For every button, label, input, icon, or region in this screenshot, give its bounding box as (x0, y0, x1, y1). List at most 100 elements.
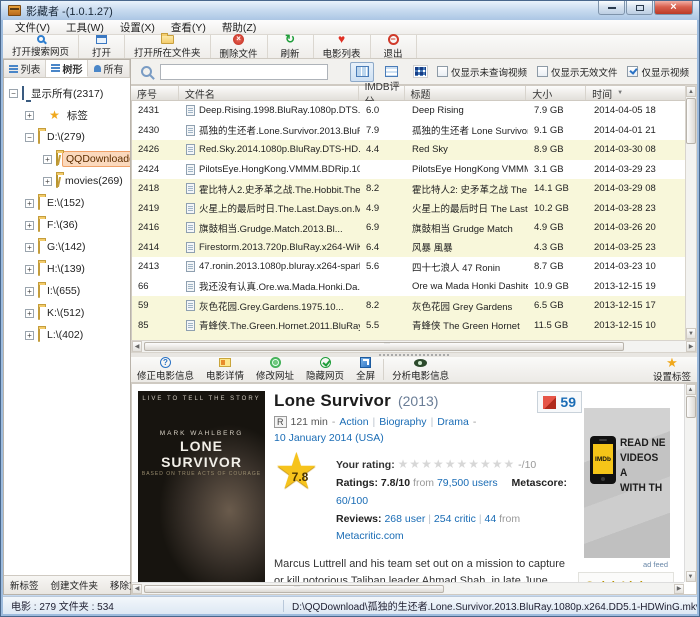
scrollbar-thumb[interactable] (686, 98, 696, 144)
detail-horizontal-scrollbar[interactable]: ◀ ▶ (132, 582, 684, 594)
table-row[interactable]: 2424 PilotsEye.HongKong.VMMM.BDRip.1080P… (132, 160, 687, 180)
menu-settings[interactable]: 设置(X) (112, 19, 163, 36)
user-star-rater[interactable]: ★★★★★★★★★★ (398, 457, 516, 471)
column-header-title[interactable]: 标题 (405, 86, 527, 100)
delete-file-button[interactable]: × 删除文件 (211, 35, 268, 58)
genre-link[interactable]: Biography (379, 416, 426, 428)
new-tag-button[interactable]: 新标签 (4, 578, 45, 592)
ratings-users-link[interactable]: 79,500 users (437, 477, 498, 489)
column-header-size[interactable]: 大小 (526, 86, 586, 100)
expand-icon[interactable]: + (25, 331, 34, 340)
exit-button[interactable]: − 退出 (371, 35, 417, 58)
tree-item-movies[interactable]: + movies(269) (4, 170, 130, 192)
table-row[interactable]: 2426 Red.Sky.2014.1080p.BluRay.DTS-HD.MA… (132, 140, 687, 160)
hide-page-button[interactable]: 隐藏网页 (300, 357, 350, 382)
expand-icon[interactable]: + (43, 177, 52, 186)
tree-item-drive-d[interactable]: − D:\(279) (4, 126, 130, 148)
tree-item-qqdownload[interactable]: + QQDownload(10) (4, 148, 130, 170)
open-search-page-button[interactable]: 打开搜索网页 (3, 35, 79, 58)
expand-icon[interactable]: + (25, 199, 34, 208)
edit-url-button[interactable]: 修改网址 (250, 357, 300, 382)
tree-item-drive-k[interactable]: + K:\(512) (4, 302, 130, 324)
metascore-badge[interactable]: 59 (537, 391, 582, 413)
search-input[interactable] (160, 64, 328, 80)
genre-link[interactable]: Drama (437, 416, 469, 428)
scroll-left-icon[interactable]: ◀ (132, 341, 142, 352)
create-folder-button[interactable]: 创建文件夹 (45, 578, 105, 592)
tree-item-drive-l[interactable]: + L:\(402) (4, 324, 130, 346)
expand-icon[interactable]: + (25, 309, 34, 318)
maximize-button[interactable] (626, 1, 653, 15)
expand-icon[interactable]: + (25, 243, 34, 252)
expand-icon[interactable]: + (25, 287, 34, 296)
scroll-left-icon[interactable]: ◀ (132, 584, 142, 594)
column-header-filename[interactable]: 文件名 (179, 86, 359, 100)
table-vertical-scrollbar[interactable]: ▲ ▼ (685, 85, 697, 340)
scrollbar-thumb[interactable] (144, 342, 624, 351)
table-row[interactable]: 2416 旗鼓相当.Grudge.Match.2013.Bl... 6.9 旗鼓… (132, 218, 687, 238)
analyze-movie-info-button[interactable]: 分析电影信息 (386, 357, 455, 382)
scroll-up-icon[interactable]: ▲ (686, 384, 696, 395)
table-row[interactable]: 2418 霍比特人2.史矛革之战.The.Hobbit.The.Desol.. … (132, 179, 687, 199)
tree-item-drive-f[interactable]: + F:\(36) (4, 214, 130, 236)
collapse-icon[interactable]: − (25, 133, 34, 142)
tab-list[interactable]: 列表 (4, 60, 46, 77)
expand-icon[interactable]: + (25, 221, 34, 230)
ad-banner[interactable]: IMDb READ NE VIDEOS A WITH TH (584, 408, 670, 558)
table-row[interactable]: 2431 Deep.Rising.1998.BluRay.1080p.DTS.x… (132, 101, 687, 121)
critic-reviews-link[interactable]: 254 critic (434, 513, 476, 525)
thumbnail-view-button[interactable] (408, 62, 432, 82)
user-reviews-link[interactable]: 268 user (384, 513, 425, 525)
menu-tools[interactable]: 工具(W) (58, 19, 112, 36)
fix-movie-info-button[interactable]: ? 修正电影信息 (131, 357, 200, 382)
scrollbar-thumb[interactable] (144, 585, 444, 593)
expand-icon[interactable]: + (43, 155, 52, 164)
tree-item-tags[interactable]: + ♥ ★ 标签 (4, 104, 130, 126)
tree-item-drive-g[interactable]: + G:\(142) (4, 236, 130, 258)
tree-item-drive-e[interactable]: + E:\(152) (4, 192, 130, 214)
column-header-rating[interactable]: IMDB评分 (359, 86, 405, 100)
column-header-time[interactable]: 时间 ▼ (586, 86, 686, 100)
detail-vertical-scrollbar[interactable]: ▲ ▼ (684, 384, 696, 582)
show-unqueried-checkbox[interactable]: 仅显示未查询视频 (437, 65, 527, 79)
movie-detail-button[interactable]: 电影详情 (200, 357, 250, 382)
genre-link[interactable]: Action (339, 416, 368, 428)
tab-tree[interactable]: 树形 (46, 60, 88, 77)
open-button[interactable]: 打开 (79, 35, 125, 58)
table-horizontal-scrollbar[interactable]: ◀ ▶ (131, 340, 697, 353)
scroll-right-icon[interactable]: ▶ (686, 341, 696, 352)
close-button[interactable]: × (654, 1, 693, 15)
ad-feedback-link[interactable]: ad feed (643, 560, 668, 569)
scroll-right-icon[interactable]: ▶ (674, 584, 684, 594)
table-row[interactable]: 66 我还没有认真.Ore.wa.Mada.Honki.Da... Ore wa… (132, 277, 687, 297)
table-row[interactable]: 59 灰色花园.Grey.Gardens.1975.10... 8.2 灰色花园… (132, 296, 687, 316)
table-row[interactable]: 2430 孤独的生还者.Lone.Survivor.2013.BluRa... … (132, 121, 687, 141)
metacritic-link[interactable]: Metacritic.com (336, 530, 404, 542)
minimize-button[interactable] (598, 1, 625, 15)
scroll-down-icon[interactable]: ▼ (686, 571, 696, 582)
refresh-button[interactable]: ↻ 刷新 (268, 35, 314, 58)
tree-item-show-all[interactable]: − 显示所有(2317) (4, 82, 130, 104)
scroll-up-icon[interactable]: ▲ (686, 86, 696, 97)
scroll-down-icon[interactable]: ▼ (686, 328, 696, 339)
table-row[interactable]: 85 青蜂侠.The.Green.Hornet.2011.BluRay.1080… (132, 316, 687, 336)
tree-item-drive-h[interactable]: + H:\(139) (4, 258, 130, 280)
table-row[interactable]: 2414 Firestorm.2013.720p.BluRay.x264-WiK… (132, 238, 687, 258)
expand-icon[interactable]: + (25, 265, 34, 274)
column-header-no[interactable]: 序号 (131, 86, 179, 100)
table-row[interactable]: 2419 火星上的最后时日.The.Last.Days.on.Mar... 4.… (132, 199, 687, 219)
collapse-icon[interactable]: − (9, 89, 18, 98)
tree-item-drive-i[interactable]: + I:\(655) (4, 280, 130, 302)
metascore-link[interactable]: 60/100 (336, 495, 368, 507)
movie-list-button[interactable]: ♥ 电影列表 (314, 35, 371, 58)
scrollbar-thumb[interactable] (686, 396, 696, 418)
expand-icon[interactable]: + (25, 111, 34, 120)
set-tag-button[interactable]: ★ 设置标签 (647, 357, 697, 382)
show-invalid-checkbox[interactable]: 仅显示无效文件 (537, 65, 618, 79)
menu-view[interactable]: 查看(Y) (163, 19, 214, 36)
menu-file[interactable]: 文件(V) (7, 19, 58, 36)
show-video-only-checkbox[interactable]: 仅显示视频 (627, 65, 689, 79)
open-containing-folder-button[interactable]: 打开所在文件夹 (125, 35, 211, 58)
fullscreen-button[interactable]: 全屏 (350, 357, 381, 382)
tab-all[interactable]: 所有 (88, 60, 130, 77)
